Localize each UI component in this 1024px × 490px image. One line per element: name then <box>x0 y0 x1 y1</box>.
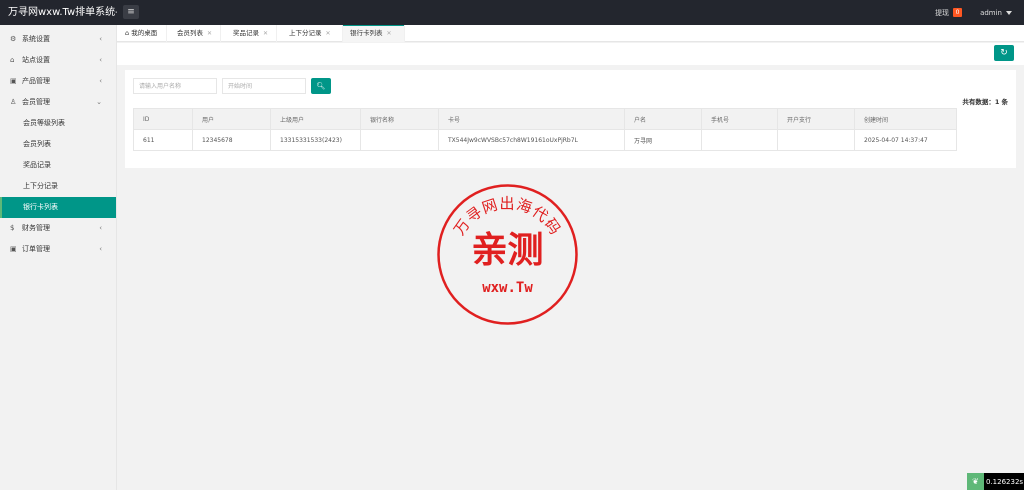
table-header-row: ID 用户 上级用户 银行名称 卡号 户名 手机号 开户支行 创建时间 <box>133 108 957 130</box>
sidebar-subitem-bank-cards[interactable]: 银行卡列表 <box>0 197 116 218</box>
col-header-phone[interactable]: 手机号 <box>701 108 778 130</box>
tabs-bar: ⌂ 我的桌面 会员列表 ✕ 奖品记录 ✕ 上下分记录 ✕ 银行卡列表 ✕ <box>117 25 1024 42</box>
page-load-timer: ❦ 0.126232s <box>967 473 1024 490</box>
start-time-input[interactable] <box>222 78 306 94</box>
stamp-main-text: 亲测 <box>471 229 543 271</box>
home-icon: ⌂ <box>10 56 15 64</box>
sidebar-subitem-member-levels[interactable]: 会员等级列表 <box>0 113 116 134</box>
tab-member-list[interactable]: 会员列表 ✕ <box>167 25 221 42</box>
cell-phone <box>701 129 778 151</box>
caret-down-icon[interactable] <box>1006 10 1012 15</box>
col-header-created-time[interactable]: 创建时间 <box>854 108 957 130</box>
search-button[interactable]: 🔍︎ <box>311 78 331 94</box>
sidebar-item-orders[interactable]: ▣ 订单管理 ‹ <box>0 239 116 260</box>
col-header-account-name[interactable]: 户名 <box>624 108 702 130</box>
close-icon[interactable]: ✕ <box>207 30 212 37</box>
sidebar-item-finance[interactable]: $ 财务管理 ‹ <box>0 218 116 239</box>
col-header-card-number[interactable]: 卡号 <box>438 108 625 130</box>
chevron-down-icon: ⌄ <box>96 98 102 106</box>
box-icon: ▣ <box>10 245 17 253</box>
stamp-bottom-text: wxw.Tw <box>482 280 533 296</box>
app-title: 万寻网wxw.Tw排单系统- <box>8 7 117 18</box>
tab-bank-cards[interactable]: 银行卡列表 ✕ <box>343 25 405 42</box>
cell-card-number: TX544Jw9cWVSBc57ch8W19161oUxPjRb7L <box>438 129 625 151</box>
hamburger-icon[interactable]: ≡ <box>123 5 139 19</box>
sidebar: ⚙ 系统设置 ‹ ⌂ 站点设置 ‹ ▣ 产品管理 ‹ ♙ 会员管理 ⌄ 会员等级列表 会… <box>0 25 117 490</box>
bank-card-list-panel: 🔍︎ 共有数据：1 条 ID 用户 上级用户 银行名称 卡号 户名 手机号 开户… <box>125 70 1016 168</box>
col-header-id[interactable]: ID <box>133 108 193 130</box>
sidebar-subitem-member-list[interactable]: 会员列表 <box>0 134 116 155</box>
tab-prize-records[interactable]: 奖品记录 ✕ <box>221 25 277 42</box>
leaf-logo-icon: ❦ <box>967 473 984 490</box>
close-icon[interactable]: ✕ <box>263 30 268 37</box>
sidebar-item-system-settings[interactable]: ⚙ 系统设置 ‹ <box>0 29 116 50</box>
header-right: 提现 0 admin <box>935 0 1024 25</box>
cell-account-name: 万寻网 <box>624 129 702 151</box>
close-icon[interactable]: ✕ <box>387 30 392 37</box>
cell-id: 611 <box>133 129 193 151</box>
tab-desktop[interactable]: ⌂ 我的桌面 <box>117 25 167 42</box>
sidebar-subitem-prize-records[interactable]: 奖品记录 <box>0 155 116 176</box>
gear-icon: ⚙ <box>10 35 17 43</box>
sidebar-item-products[interactable]: ▣ 产品管理 ‹ <box>0 71 116 92</box>
cell-parent-user: 13315331533(2423) <box>270 129 361 151</box>
toolbar-strip: ↻ <box>117 43 1024 65</box>
home-icon: ⌂ <box>125 29 130 37</box>
tab-points-records[interactable]: 上下分记录 ✕ <box>277 25 343 42</box>
watermark-stamp: 万寻网出海代码 亲测 wxw.Tw <box>437 184 578 325</box>
close-icon[interactable]: ✕ <box>326 30 331 37</box>
cell-branch <box>777 129 855 151</box>
box-icon: ▣ <box>10 77 17 85</box>
chevron-left-icon: ‹ <box>99 224 102 232</box>
withdraw-count-badge: 0 <box>953 8 963 17</box>
col-header-branch[interactable]: 开户支行 <box>777 108 855 130</box>
chevron-left-icon: ‹ <box>99 56 102 64</box>
refresh-icon: ↻ <box>1000 48 1008 58</box>
chevron-left-icon: ‹ <box>99 77 102 85</box>
search-icon: 🔍︎ <box>316 82 326 90</box>
cell-user: 12345678 <box>192 129 271 151</box>
col-header-bank-name[interactable]: 银行名称 <box>360 108 439 130</box>
table-row[interactable]: 611 12345678 13315331533(2423) TX544Jw9c… <box>133 129 957 151</box>
top-header: 万寻网wxw.Tw排单系统- ≡ 提现 0 admin <box>0 0 1024 25</box>
timer-value: 0.126232s <box>986 477 1024 486</box>
dollar-icon: $ <box>10 224 15 232</box>
sidebar-item-site-settings[interactable]: ⌂ 站点设置 ‹ <box>0 50 116 71</box>
col-header-user[interactable]: 用户 <box>192 108 271 130</box>
cell-bank-name <box>360 129 439 151</box>
withdraw-link[interactable]: 提现 <box>935 8 949 18</box>
total-count: 共有数据：1 条 <box>962 98 1008 106</box>
bank-card-table: ID 用户 上级用户 银行名称 卡号 户名 手机号 开户支行 创建时间 611 … <box>133 108 957 151</box>
cell-created-time: 2025-04-07 14:37:47 <box>854 129 957 151</box>
username-search-input[interactable] <box>133 78 217 94</box>
chevron-left-icon: ‹ <box>99 35 102 43</box>
refresh-button[interactable]: ↻ <box>994 45 1014 61</box>
sidebar-subitem-points-records[interactable]: 上下分记录 <box>0 176 116 197</box>
user-icon: ♙ <box>10 98 17 106</box>
chevron-left-icon: ‹ <box>99 245 102 253</box>
sidebar-item-members[interactable]: ♙ 会员管理 ⌄ <box>0 92 116 113</box>
user-menu[interactable]: admin <box>980 9 1002 17</box>
col-header-parent-user[interactable]: 上级用户 <box>270 108 361 130</box>
